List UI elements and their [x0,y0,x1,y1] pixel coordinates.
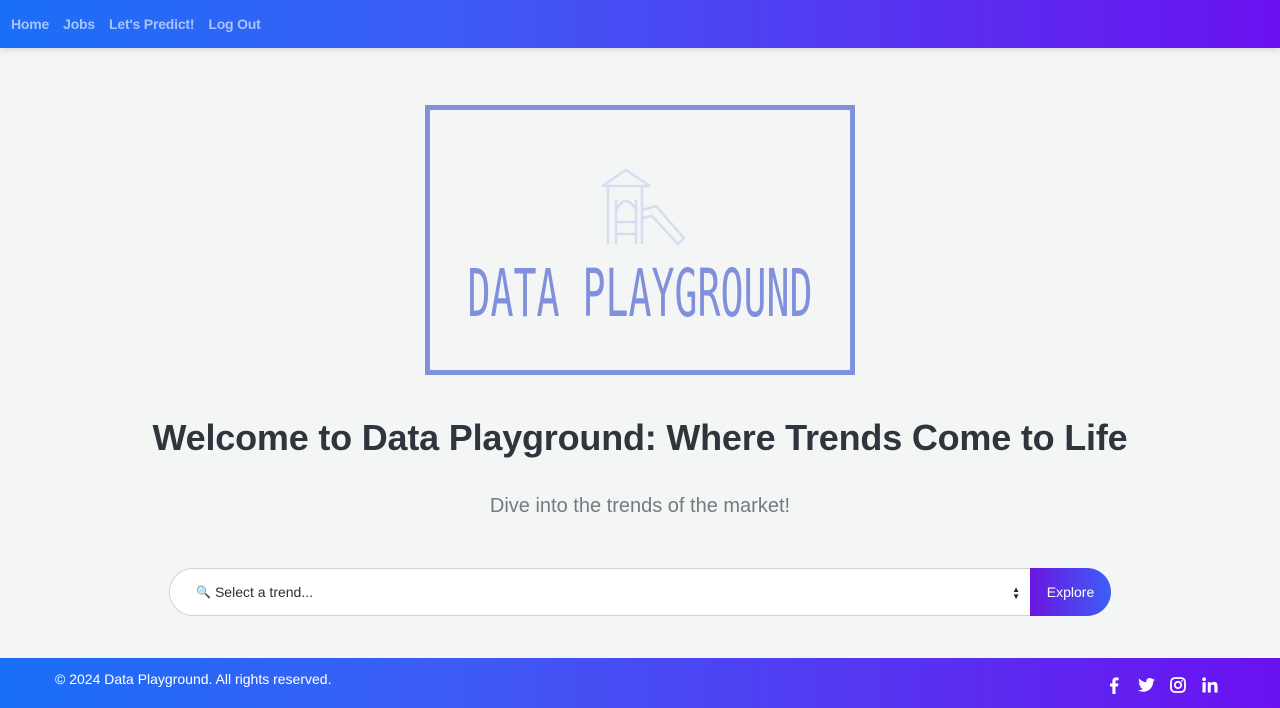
trend-search-group: 🔍 Select a trend... ▲ ▼ Explore [169,568,1111,616]
trend-select[interactable]: 🔍 Select a trend... ▲ ▼ [169,568,1030,616]
facebook-icon[interactable] [1104,675,1124,695]
instagram-icon[interactable] [1168,675,1188,695]
nav-predict-link[interactable]: Let's Predict! [109,16,195,32]
page-subtitle: Dive into the trends of the market! [489,495,791,517]
twitter-icon[interactable] [1136,675,1156,695]
nav-jobs-link[interactable]: Jobs [63,16,95,32]
top-navbar: Home Jobs Let's Predict! Log Out [0,0,1280,48]
social-links [1104,675,1232,695]
nav-home-link[interactable]: Home [11,16,49,32]
copyright-text: © 2024 Data Playground. All rights reser… [55,671,332,687]
playground-structure-icon [601,168,686,246]
page-title: Welcome to Data Playground: Where Trends… [152,417,1128,458]
site-logo: DATA PLAYGROUND [425,105,855,375]
linkedin-icon[interactable] [1200,675,1220,695]
select-arrows-icon: ▲ ▼ [1012,585,1020,601]
magnifier-icon: 🔍 [196,585,211,599]
logo-wordmark: DATA PLAYGROUND [468,255,813,332]
explore-button[interactable]: Explore [1030,568,1111,616]
nav-logout-link[interactable]: Log Out [208,16,260,32]
trend-select-value: Select a trend... [214,584,314,600]
page-footer: © 2024 Data Playground. All rights reser… [0,658,1280,708]
playground-logo-graphic: DATA PLAYGROUND [468,168,813,332]
